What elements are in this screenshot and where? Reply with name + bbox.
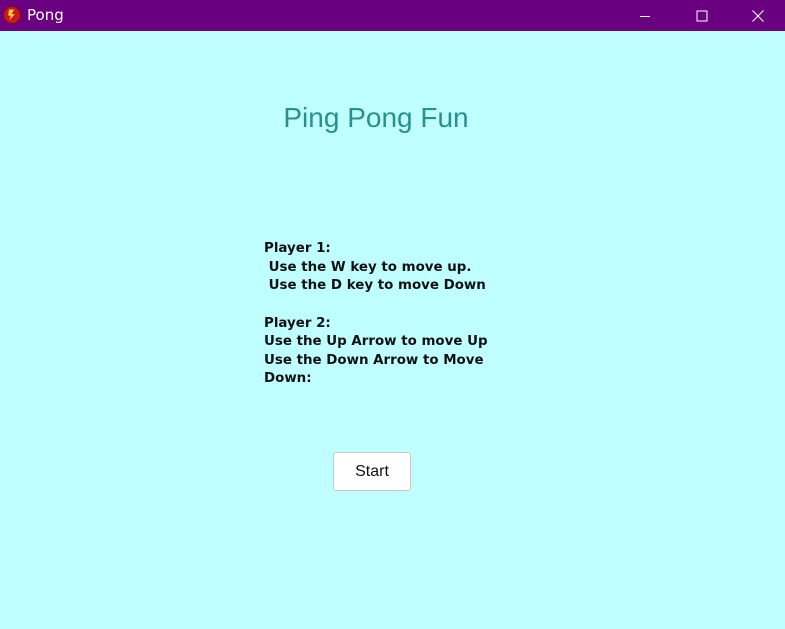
player1-up-instruction: Use the W key to move up.: [264, 259, 472, 275]
maximize-icon: [696, 10, 708, 21]
close-button[interactable]: [731, 0, 785, 31]
player1-down-instruction: Use the D key to move Down: [264, 278, 486, 293]
instructions-spacer: [264, 296, 504, 315]
minimize-button[interactable]: [617, 0, 673, 31]
player2-title: Player 2:: [264, 315, 331, 331]
player1-title: Player 1:: [264, 241, 331, 256]
maximize-button[interactable]: [674, 0, 730, 31]
start-button[interactable]: Start: [333, 452, 411, 491]
player2-up-instruction: Use the Up Arrow to move Up: [264, 334, 488, 349]
minimize-icon: [640, 15, 650, 17]
title-bar[interactable]: Pong: [0, 0, 785, 31]
pong-app-icon: [3, 6, 21, 24]
close-icon: [752, 9, 764, 22]
player2-down-instruction: Use the Down Arrow to Move Down:: [264, 352, 484, 387]
instructions-panel: Player 1: Use the W key to move up. Use …: [264, 240, 504, 389]
window-title: Pong: [27, 6, 64, 24]
pong-window: Pong Ping Pong Fun Player 1: Use the W k…: [0, 0, 785, 629]
game-heading: Ping Pong Fun: [283, 102, 469, 133]
